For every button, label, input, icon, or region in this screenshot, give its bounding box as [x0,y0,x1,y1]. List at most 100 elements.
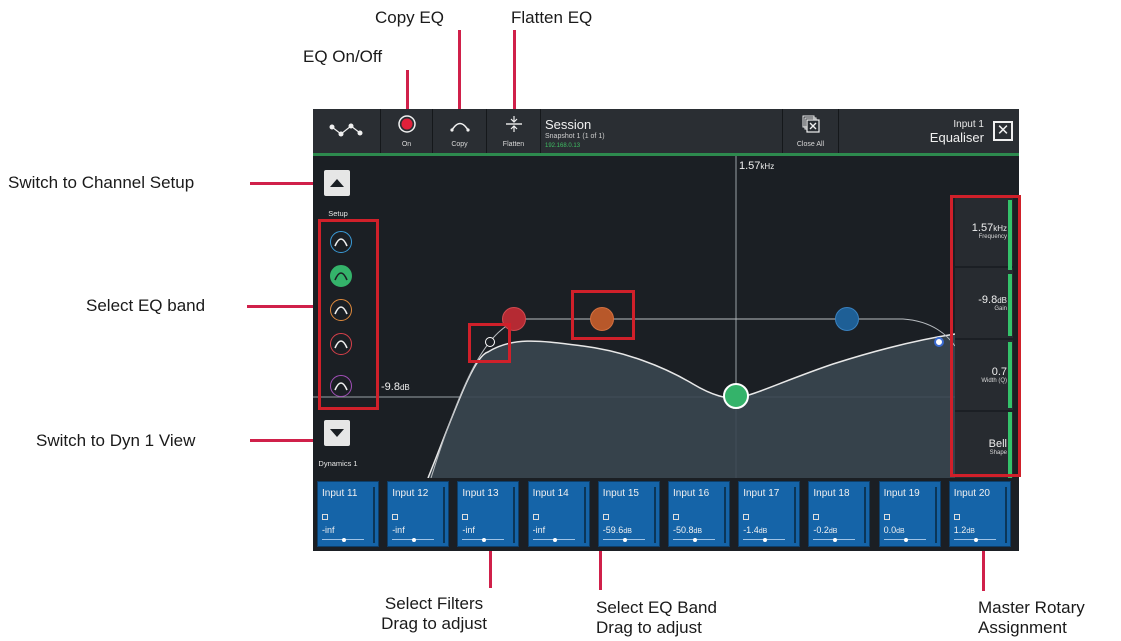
strip-name: Input 17 [743,488,780,499]
view-name: Equaliser [929,130,984,145]
strip-link-icon [953,514,960,520]
band-handle-blue[interactable] [835,307,859,331]
channel-strip[interactable]: Input 18 -0.2dB [808,481,871,547]
annotation-copy-eq: Copy EQ [375,8,444,27]
strip-meter [583,487,586,543]
eq-on-label: On [401,141,412,148]
strip-level-value: -0.2 [813,525,829,535]
strip-level-unit: dB [828,528,838,535]
strip-meter [724,487,726,543]
strip-meter [934,487,937,543]
leader-flatten-eq [513,30,516,110]
strip-link-icon [813,514,820,520]
leader-copy-eq [458,30,461,110]
annotation-select-band-line1: Select EQ Band [596,598,717,617]
strip-fader-knob[interactable] [412,538,417,542]
flatten-eq-label: Flatten [502,141,525,148]
record-icon [398,115,416,133]
strip-level: -inf [392,525,405,535]
eq-on-button[interactable]: On [381,109,433,153]
strip-name: Input 18 [813,488,850,499]
strip-level-value: -1.4 [743,525,759,535]
strip-fader-knob[interactable] [763,538,768,542]
network-icon [329,123,363,137]
copy-eq-button[interactable]: Copy [433,109,487,153]
channel-strip[interactable]: Input 15 -59.6dB [597,481,660,547]
copy-eq-label: Copy [451,141,468,148]
strip-level-value: -inf [462,525,475,535]
flatten-eq-button[interactable]: Flatten [487,109,541,153]
strip-name: Input 11 [322,488,358,499]
highlight-band-select [318,219,379,410]
leader-dyn-view [250,439,318,442]
strip-link-icon [392,514,399,520]
highlight-master-rotary [950,195,1021,477]
strip-fader-knob[interactable] [482,538,487,542]
dynamics-button[interactable] [324,420,350,446]
close-icon[interactable]: ✕ [993,121,1013,141]
strip-level-value: -50.8 [673,525,694,535]
channel-strip[interactable]: Input 17 -1.4dB [738,481,801,547]
strip-fader-knob[interactable] [622,538,627,542]
highlight-filter-handle [468,323,511,363]
strip-level: -inf [322,525,335,535]
strip-fader-knob[interactable] [973,538,978,542]
annotation-master-rotary: Master Rotary Assignment [978,598,1085,638]
leader-eq-on-off [406,70,409,110]
strip-level-unit: dB [693,528,703,535]
close-all-button[interactable]: Close All [783,109,839,153]
highlight-eq-band [571,290,635,340]
strip-fader-knob[interactable] [342,538,346,542]
setup-button[interactable] [324,170,350,196]
close-all-label: Close All [796,141,825,148]
strip-level-value: -inf [322,525,335,535]
channel-strip[interactable]: Input 19 0.0dB [878,481,941,547]
annotation-select-band-line2: Drag to adjust [596,618,702,637]
strip-meter [864,487,867,543]
network-button[interactable] [313,109,381,153]
strip-name: Input 13 [462,488,499,499]
annotation-select-eq-band-drag: Select EQ Band Drag to adjust [596,598,746,638]
channel-strip[interactable]: Input 13 -inf [457,481,520,547]
channel-strip[interactable]: Input 14 -inf [527,481,590,547]
strip-fader-knob[interactable] [552,538,557,542]
channel-strip[interactable]: Input 20 1.2dB [948,481,1011,547]
strip-name: Input 16 [673,488,710,499]
copy-curve-icon [450,122,470,132]
channel-strip[interactable]: Input 12 -inf [387,481,450,547]
strip-level-value: -inf [392,525,405,535]
strip-name: Input 19 [883,488,920,499]
frequency-readout: 1.57kHz [739,160,774,172]
channel-name: Input 1 [953,119,984,130]
strip-meter [1004,487,1007,543]
gain-readout: -9.8dB [381,381,410,393]
strip-link-icon [673,514,679,520]
strip-fader-knob[interactable] [693,538,697,542]
annotation-select-filters: Select Filters Drag to adjust [368,594,500,634]
session-ip: 192.168.0.13 [545,143,581,149]
strip-link-icon [322,514,328,520]
strip-fader-knob[interactable] [833,538,838,542]
channel-strip[interactable]: Input 11 -inf [317,481,379,547]
strip-level-unit: dB [623,528,632,535]
flatten-icon [506,116,522,132]
gain-readout-value: -9.8 [381,381,400,393]
strip-link-icon [532,514,539,520]
strip-meter [443,487,446,543]
filter-handle-lpf[interactable] [934,337,944,347]
eq-screen: On Copy Flatten Session Snapshot 1 (1 of… [313,109,1019,551]
annotation-select-filters-line2: Drag to adjust [381,614,487,633]
top-bar: On Copy Flatten Session Snapshot 1 (1 of… [313,109,1019,156]
strip-level-unit: dB [896,528,905,535]
eq-graph[interactable]: 1.57kHz -9.8dB 1.57kHz Frequency -9.8dB … [313,156,1019,478]
band-handle-green[interactable] [723,383,749,409]
strip-meter [513,487,516,543]
dynamics-label: Dynamics 1 [318,459,358,468]
strip-level: -inf [462,525,475,535]
strip-meter [794,487,797,543]
channel-strip[interactable]: Input 16 -50.8dB [668,481,730,547]
annotation-select-eq-band: Select EQ band [86,296,206,315]
strip-fader-knob[interactable] [903,538,908,542]
session-info[interactable]: Session Snapshot 1 (1 of 1) 192.168.0.13 [541,109,783,153]
strip-link-icon [602,514,609,520]
